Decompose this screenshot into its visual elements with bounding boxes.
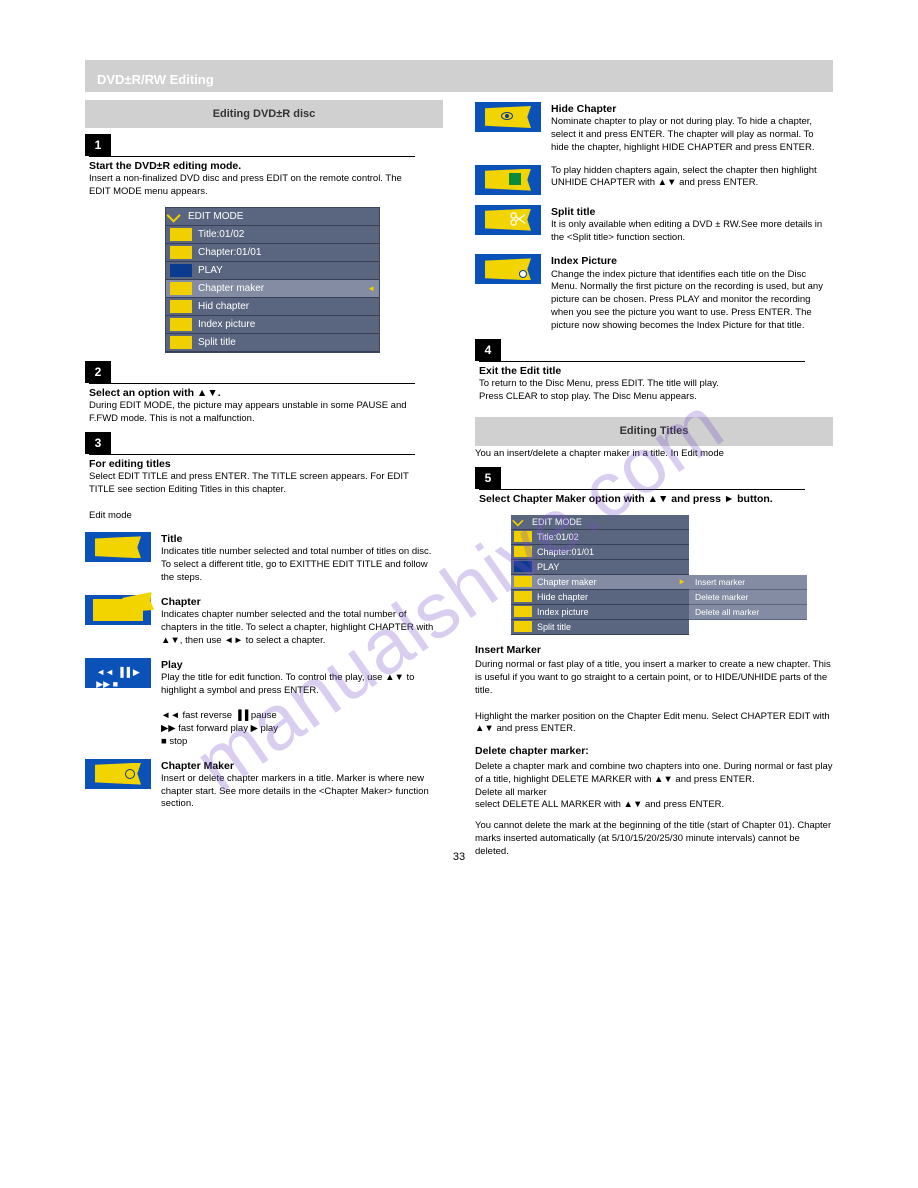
- play-controls-icon: ◄◄▐▐▶▶▶ ■: [85, 658, 151, 688]
- unhide-chapter-flag-icon: [475, 165, 541, 195]
- edit-mode-menu-2: EDIT MODE Title:01/02 Chapter:01/01 PLAY…: [511, 515, 833, 635]
- menu1-header: EDIT MODE: [188, 211, 243, 222]
- insert-head: Insert Marker: [475, 644, 541, 656]
- menu2-item-5: Index picture: [537, 607, 589, 617]
- step-4-text: To return to the Disc Menu, press EDIT. …: [479, 378, 805, 404]
- icon-index-head: Index Picture: [551, 254, 833, 268]
- menu2-header: EDIT MODE: [532, 517, 582, 527]
- left-subheader: Editing DVD±R disc: [85, 100, 443, 128]
- step-4-head: Exit the Edit title: [479, 364, 805, 378]
- right-subheader: Editing Titles: [475, 417, 833, 445]
- title-flag-icon: [85, 532, 151, 562]
- m2-hide-icon: [514, 591, 532, 602]
- menu2-item-3: Chapter maker: [537, 577, 597, 587]
- menu1-item-6: Split title: [198, 337, 236, 348]
- title-icon: [170, 228, 192, 241]
- play-icon: [170, 264, 192, 277]
- index-picture-flag-icon: [475, 254, 541, 284]
- hide-chapter-icon: [170, 300, 192, 313]
- menu2-item-1: Chapter:01/01: [537, 547, 594, 557]
- menu2-item-2: PLAY: [537, 562, 559, 572]
- m2-index-icon: [514, 606, 532, 617]
- step-5-num: 5: [475, 467, 501, 489]
- edit-mode-menu-1: EDIT MODE Title:01/02 Chapter:01/01 PLAY…: [165, 207, 380, 353]
- chapter-maker-flag-icon: [85, 759, 151, 789]
- menu2-item-4: Hide chapter: [537, 592, 588, 602]
- index-picture-icon: [170, 318, 192, 331]
- delete-head: Delete chapter marker:: [475, 745, 589, 757]
- icon-title-head: Title: [161, 532, 443, 546]
- icon-title-text: Indicates title number selected and tota…: [161, 546, 443, 584]
- step-2-text: During EDIT MODE, the picture may appear…: [89, 400, 415, 426]
- step-3-num: 3: [85, 432, 111, 454]
- icon-chapter-head: Chapter: [161, 595, 443, 609]
- submenu-item-2: Delete all marker: [689, 605, 807, 620]
- m2-arrow-icon: ►: [678, 577, 686, 586]
- icon-play-text: Play the title for edit function. To con…: [161, 672, 443, 749]
- menu1-item-5: Index picture: [198, 319, 255, 330]
- menu1-item-4: Hid chapter: [198, 301, 249, 312]
- menu2-item-6: Split title: [537, 622, 571, 632]
- delete-text: Delete a chapter mark and combine two ch…: [475, 761, 833, 812]
- step-1-text: Insert a non-finalized DVD disc and pres…: [89, 173, 415, 199]
- insert-text: During normal or fast play of a title, y…: [475, 659, 833, 736]
- step-1-head: Start the DVD±R editing mode.: [89, 159, 415, 173]
- split-title-flag-icon: [475, 205, 541, 235]
- right-column: Hide Chapter Nominate chapter to play or…: [475, 100, 833, 859]
- menu-open-icon: [167, 208, 181, 222]
- m2-cm-icon: [514, 576, 532, 587]
- icon-split-head: Split title: [551, 205, 833, 219]
- menu1-item-1: Chapter:01/01: [198, 247, 261, 258]
- step-2-num: 2: [85, 361, 111, 383]
- step-3-head: For editing titles: [89, 457, 415, 471]
- menu1-item-0: Title:01/02: [198, 229, 244, 240]
- icon-unhide-text: To play hidden chapters again, select th…: [551, 165, 833, 191]
- step-4-num: 4: [475, 339, 501, 361]
- m2-title-icon: [514, 531, 532, 542]
- page-title: DVD±R/RW Editing: [85, 60, 833, 87]
- icon-hide-text: Nominate chapter to play or not during p…: [551, 116, 833, 154]
- scissors-icon: [509, 212, 527, 226]
- selected-arrow-icon: ◄: [367, 284, 375, 293]
- m2-play-icon: [514, 561, 532, 572]
- menu1-item-3: Chapter maker: [198, 283, 264, 294]
- menu2-item-0: Title:01/02: [537, 532, 579, 542]
- icon-cm-head: Chapter Maker: [161, 759, 443, 773]
- hide-chapter-flag-icon: [475, 102, 541, 132]
- step-2-head: Select an option with ▲▼.: [89, 386, 415, 400]
- icon-cm-text: Insert or delete chapter markers in a ti…: [161, 773, 443, 811]
- title-bar: DVD±R/RW Editing: [85, 60, 833, 92]
- right-subheader-text: You an insert/delete a chapter maker in …: [475, 448, 833, 461]
- page-number: 33: [453, 851, 465, 863]
- chapter-flag-icon: [85, 595, 151, 625]
- menu1-item-2: PLAY: [198, 265, 223, 276]
- chapter-icon: [170, 246, 192, 259]
- menu2-open-icon: [512, 515, 523, 526]
- left-column: Editing DVD±R disc 1 Start the DVD±R edi…: [85, 100, 443, 859]
- chapter-maker-icon: [170, 282, 192, 295]
- icon-hide-head: Hide Chapter: [551, 102, 833, 116]
- step-3-text: Select EDIT TITLE and press ENTER. The T…: [89, 471, 415, 522]
- m2-chapter-icon: [514, 546, 532, 557]
- split-title-icon: [170, 336, 192, 349]
- icon-index-text: Change the index picture that identifies…: [551, 269, 833, 333]
- icon-split-text: It is only available when editing a DVD …: [551, 219, 833, 245]
- icon-chapter-text: Indicates chapter number selected and th…: [161, 609, 443, 647]
- submenu-item-0: Insert marker: [689, 575, 807, 590]
- step-5-head: Select Chapter Maker option with ▲▼ and …: [479, 492, 805, 506]
- icon-play-head: Play: [161, 658, 443, 672]
- m2-split-icon: [514, 621, 532, 632]
- step-1-num: 1: [85, 134, 111, 156]
- note-text: You cannot delete the mark at the beginn…: [475, 820, 833, 858]
- submenu-item-1: Delete marker: [689, 590, 807, 605]
